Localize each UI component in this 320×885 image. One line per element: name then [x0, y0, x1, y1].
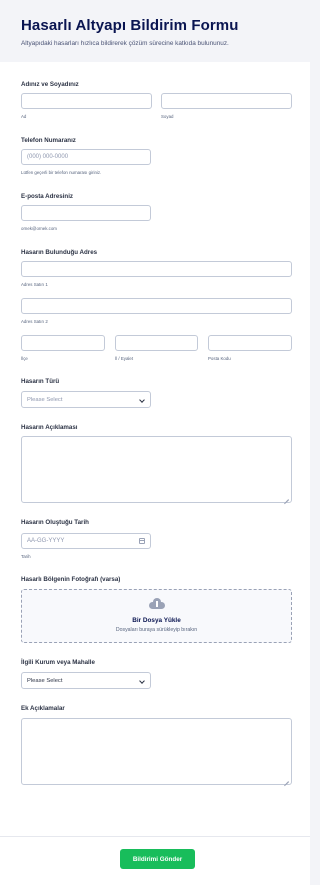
submit-button[interactable]: Bildirimi Gönder: [120, 849, 195, 869]
address-label: Hasarın Bulunduğu Adres: [21, 249, 98, 256]
date-input[interactable]: AA-GG-YYYY: [21, 533, 151, 549]
address-line1-input[interactable]: [21, 261, 292, 277]
zip-input[interactable]: [208, 335, 292, 351]
date-placeholder: AA-GG-YYYY: [27, 538, 65, 544]
first-name-input[interactable]: [21, 93, 152, 109]
phone-hint: Lütfen geçerli bir telefon numarası giri…: [21, 170, 102, 175]
notes-label: Ek Açıklamalar: [21, 705, 65, 712]
state-sublabel: İl / Eyalet: [115, 356, 134, 361]
resize-grip-icon[interactable]: [284, 777, 289, 782]
description-textarea[interactable]: [21, 436, 292, 503]
phone-label: Telefon Numaranız: [21, 137, 76, 144]
email-input[interactable]: [21, 205, 151, 221]
address-line2-sublabel: Adres Satırı 2: [21, 319, 48, 324]
state-input[interactable]: [115, 335, 198, 351]
damage-type-select[interactable]: Please Select: [21, 391, 151, 408]
address-line2-input[interactable]: [21, 298, 292, 314]
last-name-input[interactable]: [161, 93, 292, 109]
cloud-upload-icon: [148, 598, 165, 609]
first-name-sublabel: Ad: [21, 114, 27, 119]
city-input[interactable]: [21, 335, 105, 351]
form-header: Hasarlı Altyapı Bildirim Formu Altyapıda…: [0, 0, 310, 62]
phone-placeholder: (000) 000-0000: [27, 154, 69, 160]
date-label: Hasarın Oluştuğu Tarih: [21, 519, 89, 526]
footer-divider: [0, 836, 310, 837]
address-line1-sublabel: Adres Satırı 1: [21, 282, 48, 287]
chevron-down-icon: [139, 397, 145, 403]
upload-hint: Dosyaları buraya sürükleyip bırakın: [115, 627, 198, 633]
city-sublabel: İlçe: [21, 356, 28, 361]
institution-label: İlgili Kurum veya Mahalle: [21, 659, 95, 666]
form-title: Hasarlı Altyapı Bildirim Formu: [21, 17, 239, 34]
form-page: Hasarlı Altyapı Bildirim Formu Altyapıda…: [0, 0, 310, 885]
last-name-sublabel: Soyad: [161, 114, 174, 119]
zip-sublabel: Posta Kodu: [208, 356, 231, 361]
date-hint: Tarih: [21, 554, 31, 559]
chevron-down-icon: [139, 678, 145, 684]
email-hint: ornek@ornek.com: [21, 226, 57, 231]
damage-type-selected: Please Select: [27, 397, 63, 403]
institution-selected: Please Select: [27, 678, 63, 684]
phone-input[interactable]: (000) 000-0000: [21, 149, 151, 165]
form-subtitle: Altyapıdaki hasarları hızlıca bildirerek…: [21, 40, 229, 47]
description-label: Hasarın Açıklaması: [21, 424, 78, 431]
name-label: Adınız ve Soyadınız: [21, 81, 79, 88]
resize-grip-icon[interactable]: [284, 495, 289, 500]
institution-select[interactable]: Please Select: [21, 672, 151, 689]
email-label: E-posta Adresiniz: [21, 193, 74, 200]
file-upload-dropzone[interactable]: Bir Dosya Yükle Dosyaları buraya sürükle…: [21, 589, 292, 643]
calendar-icon[interactable]: [139, 538, 145, 544]
photo-label: Hasarlı Bölgenin Fotoğrafı (varsa): [21, 576, 121, 583]
notes-textarea[interactable]: [21, 718, 292, 785]
upload-title: Bir Dosya Yükle: [132, 617, 181, 624]
damage-type-label: Hasarın Türü: [21, 378, 60, 385]
